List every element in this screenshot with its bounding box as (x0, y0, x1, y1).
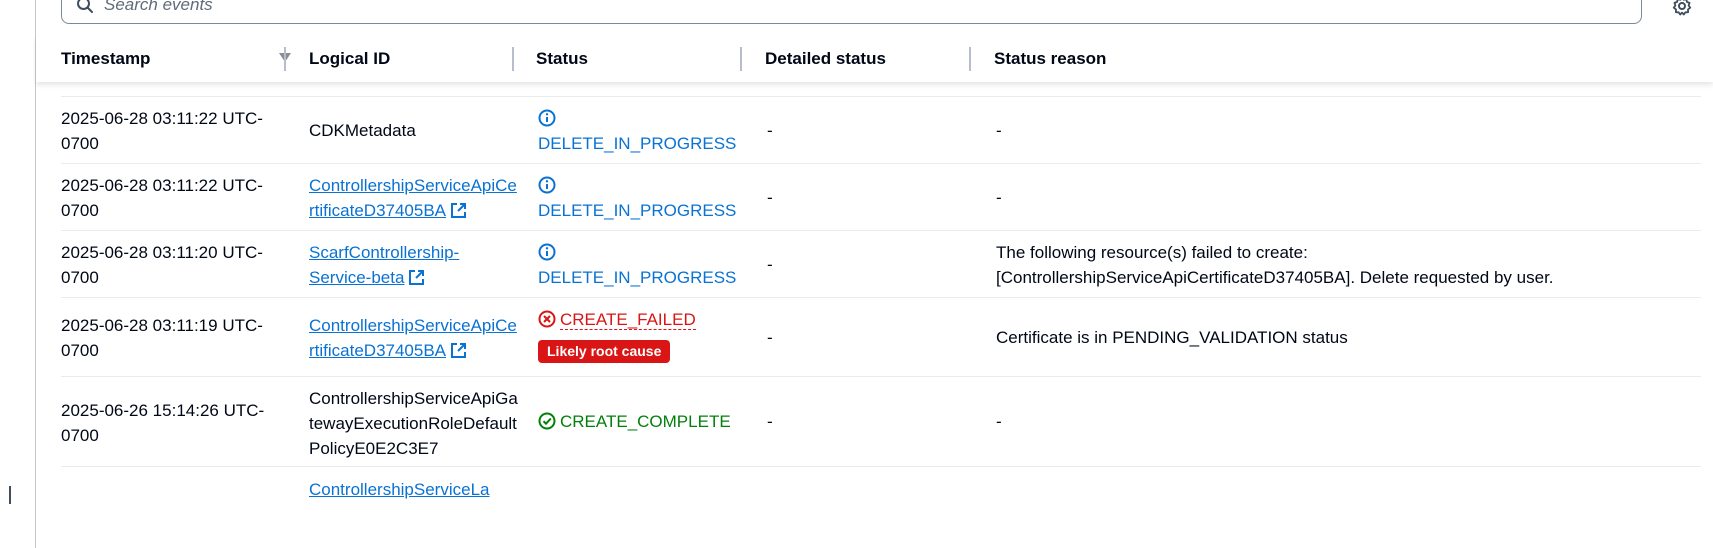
status-success-icon (538, 412, 556, 430)
root-cause-badge: Likely root cause (538, 340, 671, 363)
status-reason: Certificate is in PENDING_VALIDATION sta… (996, 328, 1348, 347)
status-info-icon (538, 109, 556, 127)
column-header-status-reason[interactable]: Status reason (994, 36, 1106, 82)
status: DELETE_IN_PROGRESS (538, 240, 743, 290)
status-info-icon (538, 176, 556, 194)
external-link-icon[interactable] (408, 269, 425, 286)
events-table-body: l0hA5C56AD4 2025-06-28 03:11:22 UTC-0700… (36, 82, 1713, 548)
status-reason: - (996, 188, 1002, 207)
logical-id-link[interactable]: ControllershipServiceLa (309, 480, 489, 499)
search-icon (77, 0, 93, 13)
status-indicator[interactable]: CREATE_FAILED (538, 310, 696, 330)
text-cursor (9, 486, 11, 504)
table-row: 2025-06-28 03:11:22 UTC-0700 CDKMetadata… (61, 97, 1701, 164)
column-resizer[interactable] (740, 47, 742, 71)
gear-icon (1672, 0, 1692, 16)
status: CREATE_FAILED Likely root cause (538, 307, 743, 363)
status-text: CREATE_COMPLETE (560, 412, 731, 431)
detailed-status: - (767, 255, 773, 274)
table-row: 2025-06-26 15:14:26 UTC-0700 Controllers… (61, 377, 1701, 467)
logical-id: ScarfControllership-Service-beta (309, 240, 469, 290)
logical-id: ControllershipServiceApiGatewayExecution… (309, 389, 518, 458)
left-rail (0, 0, 36, 548)
logical-id: CDKMetadata (309, 121, 416, 140)
timestamp: 2025-06-28 03:11:22 UTC-0700 (61, 176, 263, 220)
preferences-button[interactable] (1670, 0, 1694, 18)
external-link-icon[interactable] (450, 202, 467, 219)
column-resizer[interactable] (284, 47, 286, 71)
logical-id: l0hA5C56AD4 (309, 82, 519, 89)
status-error-icon (538, 310, 556, 328)
status-indicator: DELETE_IN_PROGRESS (538, 243, 736, 287)
table-row: 2025-06-28 03:11:22 UTC-0700 Controllers… (61, 164, 1701, 231)
external-link-icon[interactable] (450, 342, 467, 359)
status-reason: The following resource(s) failed to crea… (996, 243, 1554, 287)
column-resizer[interactable] (512, 47, 514, 71)
logical-id-link[interactable]: ScarfControllership-Service-beta (309, 243, 459, 287)
logical-id: ControllershipServiceApiCertificateD3740… (309, 313, 519, 363)
column-header-status[interactable]: Status (536, 36, 588, 82)
status: DELETE_IN_PROGRESS (538, 106, 743, 156)
detailed-status: - (767, 328, 773, 347)
logical-id: ControllershipServiceApiCertificateD3740… (309, 173, 519, 223)
logical-id: ControllershipServiceLa (309, 477, 519, 502)
status-text: DELETE_IN_PROGRESS (538, 134, 737, 153)
status-reason: - (996, 121, 1002, 140)
column-header-timestamp[interactable]: Timestamp (61, 36, 150, 82)
detailed-status: - (767, 412, 773, 431)
status-indicator: DELETE_IN_PROGRESS (538, 176, 736, 220)
table-row: ControllershipServiceLa (61, 467, 1701, 548)
status-info-icon (538, 243, 556, 261)
status-text[interactable]: CREATE_FAILED (560, 310, 696, 330)
events-panel: Timestamp Logical ID Status Detailed sta… (36, 0, 1713, 548)
table-row: l0hA5C56AD4 (61, 82, 1701, 97)
status-indicator: DELETE_IN_PROGRESS (538, 109, 736, 153)
column-header-logical-id[interactable]: Logical ID (309, 36, 390, 82)
status-text: DELETE_IN_PROGRESS (538, 268, 737, 287)
timestamp: 2025-06-26 15:14:26 UTC-0700 (61, 401, 265, 445)
detailed-status: - (767, 188, 773, 207)
logical-id-link[interactable]: ControllershipServiceApiCertificateD3740… (309, 176, 517, 220)
status-reason: - (996, 412, 1002, 431)
search-box[interactable] (61, 0, 1642, 24)
search-input[interactable] (104, 0, 1504, 15)
timestamp: 2025-06-28 03:11:20 UTC-0700 (61, 243, 263, 287)
logical-id-link[interactable]: ControllershipServiceApiCertificateD3740… (309, 316, 517, 360)
table-header: Timestamp Logical ID Status Detailed sta… (36, 36, 1713, 82)
status: CREATE_COMPLETE (538, 409, 743, 434)
table-row: 2025-06-28 03:11:19 UTC-0700 Controllers… (61, 298, 1701, 377)
column-header-detailed-status[interactable]: Detailed status (765, 36, 886, 82)
timestamp: 2025-06-28 03:11:22 UTC-0700 (61, 109, 263, 153)
detailed-status: - (767, 121, 773, 140)
status-text: DELETE_IN_PROGRESS (538, 201, 737, 220)
timestamp: 2025-06-28 03:11:19 UTC-0700 (61, 316, 263, 360)
status: DELETE_IN_PROGRESS (538, 173, 743, 223)
table-row: 2025-06-28 03:11:20 UTC-0700 ScarfContro… (61, 231, 1701, 298)
status-indicator: CREATE_COMPLETE (538, 412, 731, 431)
column-resizer[interactable] (969, 47, 971, 71)
